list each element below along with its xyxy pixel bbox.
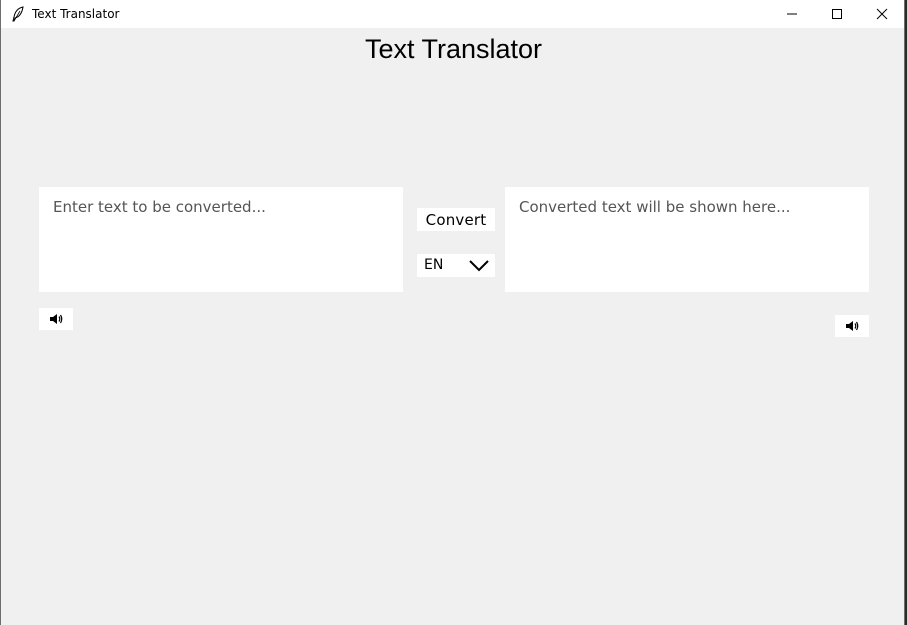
feather-icon (11, 6, 25, 22)
target-placeholder: Converted text will be shown here... (519, 198, 791, 216)
target-text-output[interactable]: Converted text will be shown here... (505, 187, 869, 292)
chevron-down-icon (469, 260, 489, 276)
language-selected-value: EN (424, 257, 444, 273)
speaker-icon (845, 317, 859, 336)
maximize-button[interactable] (814, 0, 860, 28)
window-title: Text Translator (32, 7, 120, 21)
maximize-icon (831, 8, 843, 20)
speaker-icon (49, 310, 63, 329)
convert-button[interactable]: Convert (417, 208, 495, 231)
app-window: Text Translator Text Translator Enter te… (0, 0, 905, 625)
page-title: Text Translator (364, 34, 543, 64)
speak-target-button[interactable] (835, 315, 869, 337)
close-icon (876, 8, 888, 20)
language-select[interactable]: EN (417, 254, 495, 277)
minimize-button[interactable] (769, 0, 815, 28)
source-text-input[interactable]: Enter text to be converted... (39, 187, 403, 292)
title-bar[interactable]: Text Translator (1, 0, 904, 28)
minimize-icon (786, 8, 798, 20)
source-placeholder: Enter text to be converted... (53, 198, 266, 216)
close-button[interactable] (859, 0, 905, 28)
speak-source-button[interactable] (39, 308, 73, 330)
